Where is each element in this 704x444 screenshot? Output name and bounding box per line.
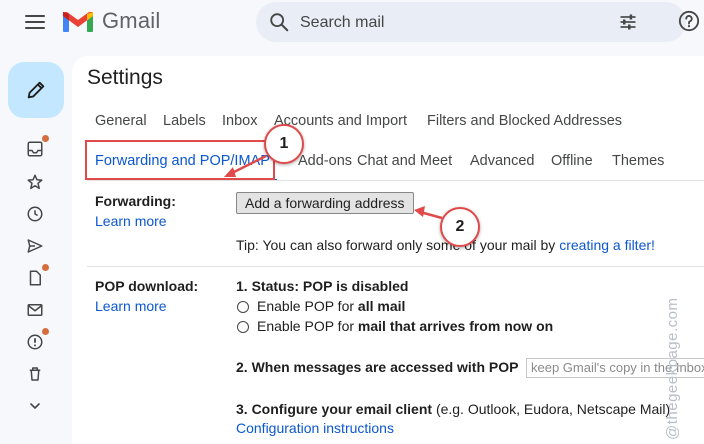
gmail-logo[interactable]: Gmail (62, 6, 160, 36)
tab-themes[interactable]: Themes (612, 153, 664, 169)
top-bar: Gmail (0, 0, 704, 44)
important-icon[interactable] (24, 328, 49, 353)
app-name: Gmail (102, 8, 161, 33)
annotation-arrow-2 (414, 206, 443, 220)
tip-text: Tip: You can also forward only some of y… (236, 237, 556, 253)
enable-pop-from-now-radio[interactable] (237, 321, 249, 333)
tab-add-ons[interactable]: Add-ons (298, 153, 352, 169)
search-input[interactable] (298, 10, 602, 36)
chevron-down-icon[interactable] (24, 395, 46, 417)
pop-download-label: POP download: (95, 278, 199, 294)
send-icon[interactable] (24, 235, 46, 257)
option-bold-text: all mail (357, 298, 406, 314)
tab-offline[interactable]: Offline (551, 153, 593, 169)
option-text: Enable POP for (257, 318, 355, 334)
pop-step2-label: 2. When messages are accessed with POP (236, 359, 519, 375)
annotation-arrow-1 (224, 154, 267, 177)
configuration-instructions-link[interactable]: Configuration instructions (236, 420, 394, 436)
annotation-callout-1: 1 (264, 124, 304, 164)
menu-icon[interactable] (22, 12, 48, 32)
search-bar[interactable] (256, 2, 686, 42)
pencil-icon (27, 81, 45, 99)
help-icon[interactable] (678, 10, 700, 32)
watermark-text: @thegeekpage.com (664, 297, 681, 440)
option-text: Enable POP for (257, 298, 355, 314)
tab-labels[interactable]: Labels (163, 113, 206, 129)
pop-status: 1. Status: POP is disabled (236, 278, 409, 294)
tabs-divider (87, 180, 704, 181)
gmail-m-icon (63, 12, 93, 32)
pop-learn-more-link[interactable]: Learn more (95, 298, 167, 314)
tab-advanced[interactable]: Advanced (470, 153, 535, 169)
creating-filter-link[interactable]: creating a filter! (559, 237, 655, 253)
pop-step3: 3. Configure your email client (e.g. Out… (236, 401, 670, 417)
compose-button[interactable] (8, 62, 64, 118)
tab-inbox[interactable]: Inbox (222, 113, 257, 129)
section-divider (87, 266, 704, 267)
settings-panel: Settings General Labels Inbox Accounts a… (72, 56, 704, 444)
tune-icon[interactable] (618, 12, 638, 32)
tab-chat-and-meet[interactable]: Chat and Meet (357, 153, 452, 169)
inbox-icon[interactable] (24, 135, 49, 160)
enable-pop-from-now-label[interactable]: Enable POP for mail that arrives from no… (257, 318, 553, 334)
option-bold-text: mail that arrives from now on (357, 318, 554, 334)
pop-step3-examples: (e.g. Outlook, Eudora, Netscape Mail) (435, 401, 671, 417)
mail-icon[interactable] (24, 299, 46, 321)
enable-pop-all-mail-radio[interactable] (237, 301, 249, 313)
enable-pop-all-mail-label[interactable]: Enable POP for all mail (257, 298, 405, 314)
clock-icon[interactable] (24, 203, 46, 225)
notification-dot (42, 328, 49, 335)
draft-icon[interactable] (24, 264, 49, 289)
page-title: Settings (87, 66, 163, 89)
forwarding-label: Forwarding: (95, 193, 176, 209)
tab-general[interactable]: General (95, 113, 147, 129)
trash-icon[interactable] (24, 363, 46, 385)
forwarding-learn-more-link[interactable]: Learn more (95, 213, 167, 229)
annotation-callout-2: 2 (440, 207, 480, 247)
notification-dot (42, 264, 49, 271)
pop-step3-label: 3. Configure your email client (236, 401, 433, 417)
notification-dot (42, 135, 49, 142)
tab-filters-and-blocked-addresses[interactable]: Filters and Blocked Addresses (427, 113, 622, 129)
star-icon[interactable] (24, 171, 46, 193)
search-icon[interactable] (268, 11, 290, 33)
add-forwarding-address-button[interactable]: Add a forwarding address (236, 192, 414, 214)
